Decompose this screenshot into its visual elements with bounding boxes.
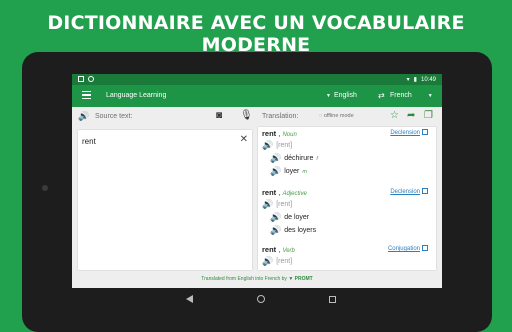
battery-icon: ▮ [413, 77, 417, 83]
clear-icon[interactable]: ✕ [240, 134, 248, 145]
source-text-label: Source text: [95, 113, 133, 120]
pronunciation: [rent] [276, 201, 293, 208]
dictionary-entry-noun: rent , Noun Declension 🔊 [rent] 🔊 déchirur… [262, 129, 432, 177]
pronunciation: [rent] [276, 258, 293, 265]
part-of-speech: Verb [282, 248, 295, 254]
declension-link[interactable]: Declension [390, 129, 428, 136]
speaker-icon[interactable]: 🔊 [270, 212, 281, 223]
dictionary-entry-adjective: rent , Adjective Declension 🔊 [rent] 🔊 de … [262, 188, 432, 236]
source-language-label: English [333, 92, 357, 99]
footer-credit: Translated from English into French by ▼… [72, 276, 442, 282]
translation-word: de loyer [284, 214, 310, 221]
share-icon[interactable]: ➦ [407, 110, 415, 121]
declension-link-label: Declension [390, 130, 420, 136]
app-screen: ▾ ▮ 10:49 Language Learning ▼ English ⇄ F… [72, 74, 442, 288]
wifi-off-icon: ◌ [319, 113, 323, 119]
back-icon[interactable] [186, 295, 193, 303]
footer-brand: PROMT [294, 276, 313, 282]
conjugation-link-label: Conjugation [387, 246, 420, 252]
offline-mode-toggle[interactable]: ◌ offline mode [319, 113, 354, 119]
headword: rent [262, 129, 277, 138]
app-bar: Language Learning ▼ English ⇄ French ▼ [72, 85, 442, 107]
microphone-icon[interactable]: 🎙 [240, 110, 253, 121]
declension-link-label: Declension [390, 189, 420, 195]
toolbar: 🔊 Source text: ◙ 🎙 Translation: ◌ offlin… [72, 107, 442, 127]
source-text-input[interactable]: rent [82, 137, 96, 146]
app-title: Language Learning [106, 92, 167, 99]
tablet-camera [42, 185, 48, 191]
translation-label: Translation: [262, 113, 299, 120]
speaker-icon[interactable]: 🔊 [270, 225, 281, 236]
camera-icon[interactable]: ◙ [216, 110, 222, 121]
source-language-dropdown[interactable]: ▼ English [326, 92, 357, 99]
speaker-icon[interactable]: 🔊 [262, 256, 273, 267]
part-of-speech: Adjective [282, 191, 307, 197]
source-speaker-icon[interactable]: 🔊 [78, 111, 89, 122]
menu-icon[interactable] [82, 91, 91, 99]
gender-tag: f [316, 155, 318, 162]
translation-panel: rent , Noun Declension 🔊 [rent] 🔊 déchirur… [258, 127, 436, 270]
speaker-icon[interactable]: 🔊 [262, 140, 273, 151]
gender-tag: m [302, 168, 307, 175]
promo-headline: DICTIONNAIRE AVEC UN VOCABULAIRE MODERNE [47, 12, 465, 56]
target-language-label: French [390, 92, 412, 99]
shield-icon [88, 76, 94, 82]
status-bar: ▾ ▮ 10:49 [72, 74, 442, 85]
copy-icon[interactable]: ❐ [424, 110, 433, 121]
translation-word: des loyers [284, 227, 317, 234]
part-of-speech: Noun [282, 132, 297, 138]
wifi-icon: ▾ [406, 77, 410, 83]
headword: rent [262, 245, 277, 254]
footer-text: Translated from English into French by [201, 276, 287, 282]
translation-word: loyer [284, 168, 300, 175]
promt-logo-icon: ▼ [288, 276, 294, 282]
declension-link[interactable]: Declension [390, 188, 428, 195]
speaker-icon[interactable]: 🔊 [270, 153, 281, 164]
headword: rent [262, 188, 277, 197]
swap-languages-icon[interactable]: ⇄ [378, 91, 385, 100]
offline-mode-label: offline mode [323, 113, 354, 119]
favorite-star-icon[interactable]: ☆ [390, 110, 399, 121]
chevron-down-icon: ▼ [427, 93, 433, 99]
home-icon[interactable] [257, 295, 265, 303]
recent-apps-icon[interactable] [329, 295, 336, 303]
android-nav-bar [186, 292, 336, 306]
conjugation-link[interactable]: Conjugation [388, 245, 428, 252]
speaker-icon[interactable]: 🔊 [262, 199, 273, 210]
speaker-icon[interactable]: 🔊 [270, 166, 281, 177]
pronunciation: [rent] [276, 142, 293, 149]
status-time: 10:49 [420, 76, 436, 83]
target-language-dropdown[interactable]: French ▼ [390, 92, 433, 99]
external-link-icon [422, 245, 428, 251]
translation-word: déchirure [284, 155, 314, 162]
external-link-icon [422, 129, 428, 135]
chevron-down-icon: ▼ [326, 93, 331, 99]
external-link-icon [422, 188, 428, 194]
source-input-panel[interactable]: rent ✕ [78, 130, 252, 270]
notification-icon [78, 76, 84, 82]
dictionary-entry-verb: rent , Verb Conjugation 🔊 [rent] [262, 245, 432, 267]
